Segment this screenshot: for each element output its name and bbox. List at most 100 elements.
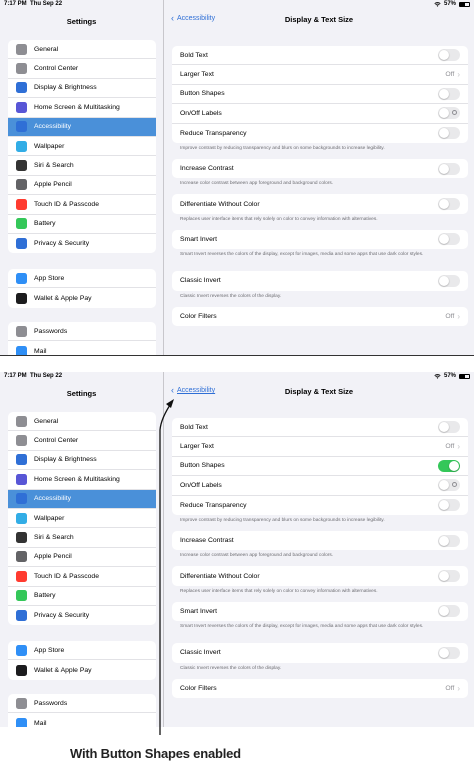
sidebar-item-wallet-apple-pay[interactable]: Wallet & Apple Pay — [8, 660, 156, 679]
sidebar-group-accounts: Passwords Mail — [8, 322, 156, 355]
sidebar-item-label: Accessibility — [34, 495, 72, 503]
figure-caption: With Button Shapes enabled — [70, 746, 241, 761]
screenshot-after: 7:17 PM Thu Sep 22 57% Settings General C… — [0, 372, 474, 727]
sidebar-item-app-store[interactable]: App Store — [8, 641, 156, 661]
increase-contrast-toggle[interactable] — [438, 162, 460, 175]
chevron-right-icon: › — [457, 311, 460, 321]
classic-invert-row[interactable]: Classic Invert — [172, 271, 468, 291]
increase-contrast-row[interactable]: Increase Contrast — [172, 158, 468, 179]
larger-text-row[interactable]: Larger Text Off › — [172, 437, 468, 457]
larger-text-value: Off — [445, 443, 455, 451]
sidebar-item-wallpaper[interactable]: Wallpaper — [8, 509, 156, 529]
section-footer: Smart Invert reverses the colors of the … — [180, 252, 424, 258]
sidebar-item-general[interactable]: General — [8, 412, 156, 432]
sidebar-item-apple-pencil[interactable]: Apple Pencil — [8, 176, 156, 196]
sidebar-item-battery[interactable]: Battery — [8, 215, 156, 234]
sidebar-item-label: Home Screen & Multitasking — [34, 475, 120, 483]
sidebar-item-control-center[interactable]: Control Center — [8, 59, 156, 79]
sidebar-item-touch-id-passcode[interactable]: Touch ID & Passcode — [8, 567, 156, 587]
fingerprint-icon — [16, 570, 27, 582]
button-shapes-toggle[interactable] — [438, 87, 460, 100]
sidebar-item-siri-search[interactable]: Siri & Search — [8, 156, 156, 176]
settings-list: Bold Text Larger Text Off › Button Shapes On/… — [172, 418, 468, 704]
hand-icon — [16, 610, 27, 622]
sidebar-item-accessibility[interactable]: Accessibility — [8, 117, 156, 137]
increase-contrast-row[interactable]: Increase Contrast — [172, 530, 468, 551]
sidebar-item-mail[interactable]: Mail — [8, 713, 156, 727]
battery-percent: 57% — [443, 1, 456, 7]
battery-percent: 57% — [443, 373, 456, 379]
on-off-labels-toggle[interactable] — [438, 479, 460, 492]
sidebar-item-control-center[interactable]: Control Center — [8, 431, 156, 451]
button-shapes-row[interactable]: Button Shapes — [172, 84, 468, 105]
on-off-labels-label: On/Off Labels — [180, 481, 222, 489]
classic-invert-toggle[interactable] — [438, 274, 460, 287]
sidebar-item-touch-id-passcode[interactable]: Touch ID & Passcode — [8, 195, 156, 215]
sidebar-item-label: Mail — [34, 347, 47, 355]
accessibility-icon — [16, 121, 27, 133]
sidebar-item-wallpaper[interactable]: Wallpaper — [8, 137, 156, 157]
bold-text-row[interactable]: Bold Text — [172, 46, 468, 66]
color-filters-row[interactable]: Color Filters Off › — [172, 306, 468, 326]
larger-text-value: Off — [445, 71, 455, 79]
nav-bar: ‹ Accessibility Display & Text Size — [164, 10, 474, 30]
sidebar-item-siri-search[interactable]: Siri & Search — [8, 528, 156, 548]
smart-invert-toggle[interactable] — [438, 605, 460, 618]
differentiate-without-color-toggle[interactable] — [438, 198, 460, 211]
sidebar-item-passwords[interactable]: Passwords — [8, 694, 156, 714]
larger-text-row[interactable]: Larger Text Off › — [172, 65, 468, 85]
reduce-transparency-toggle[interactable] — [438, 127, 460, 140]
sidebar-item-label: Siri & Search — [34, 162, 74, 170]
sidebar-item-app-store[interactable]: App Store — [8, 269, 156, 289]
differentiate-without-color-toggle[interactable] — [438, 570, 460, 583]
smart-invert-toggle[interactable] — [438, 233, 460, 246]
sidebar-item-home-screen-multitasking[interactable]: Home Screen & Multitasking — [8, 470, 156, 490]
section-footer: Improve contrast by reducing transparenc… — [180, 145, 385, 151]
sidebar-item-display-brightness[interactable]: Display & Brightness — [8, 79, 156, 99]
page-title: Display & Text Size — [284, 387, 354, 396]
pencil-icon — [16, 179, 27, 191]
button-shapes-toggle[interactable] — [438, 459, 460, 472]
section-footer: Increase color contrast between app fore… — [180, 553, 334, 559]
sidebar-item-home-screen-multitasking[interactable]: Home Screen & Multitasking — [8, 98, 156, 118]
siri-icon — [16, 532, 27, 544]
sidebar-group-system: General Control Center Display & Brightnes… — [8, 40, 156, 254]
reduce-transparency-row[interactable]: Reduce Transparency — [172, 495, 468, 515]
reduce-transparency-row[interactable]: Reduce Transparency — [172, 123, 468, 143]
button-shapes-row[interactable]: Button Shapes — [172, 456, 468, 477]
sidebar-item-label: Wallpaper — [34, 514, 65, 522]
fingerprint-icon — [16, 198, 27, 210]
sidebar-item-apple-pencil[interactable]: Apple Pencil — [8, 548, 156, 568]
sidebar-group-store: App Store Wallet & Apple Pay — [8, 269, 156, 308]
status-bar: 7:17 PM Thu Sep 22 57% — [0, 372, 474, 382]
color-filters-row[interactable]: Color Filters Off › — [172, 678, 468, 698]
status-date: Thu Sep 22 — [30, 373, 63, 379]
differentiate-without-color-row[interactable]: Differentiate Without Color — [172, 194, 468, 214]
sidebar-item-wallet-apple-pay[interactable]: Wallet & Apple Pay — [8, 288, 156, 307]
sidebar-item-display-brightness[interactable]: Display & Brightness — [8, 451, 156, 471]
bold-text-toggle[interactable] — [438, 49, 460, 62]
classic-invert-label: Classic Invert — [180, 277, 221, 285]
smart-invert-label: Smart Invert — [180, 235, 218, 243]
classic-invert-row[interactable]: Classic Invert — [172, 643, 468, 663]
sidebar-item-general[interactable]: General — [8, 40, 156, 60]
on-off-labels-row[interactable]: On/Off Labels — [172, 104, 468, 124]
sidebar-item-passwords[interactable]: Passwords — [8, 322, 156, 342]
sidebar-item-accessibility[interactable]: Accessibility — [8, 489, 156, 509]
reduce-transparency-toggle[interactable] — [438, 499, 460, 512]
sidebar-item-battery[interactable]: Battery — [8, 587, 156, 606]
sidebar-item-privacy-security[interactable]: Privacy & Security — [8, 234, 156, 253]
on-off-labels-toggle[interactable] — [438, 107, 460, 120]
sidebar-item-privacy-security[interactable]: Privacy & Security — [8, 606, 156, 625]
sidebar-item-mail[interactable]: Mail — [8, 341, 156, 355]
classic-invert-toggle[interactable] — [438, 646, 460, 659]
smart-invert-row[interactable]: Smart Invert — [172, 229, 468, 250]
smart-invert-row[interactable]: Smart Invert — [172, 601, 468, 622]
bold-text-row[interactable]: Bold Text — [172, 418, 468, 438]
bold-text-toggle[interactable] — [438, 421, 460, 434]
status-time: 7:17 PM — [4, 373, 27, 379]
display-icon — [16, 454, 27, 466]
increase-contrast-toggle[interactable] — [438, 534, 460, 547]
differentiate-without-color-row[interactable]: Differentiate Without Color — [172, 566, 468, 586]
on-off-labels-row[interactable]: On/Off Labels — [172, 476, 468, 496]
